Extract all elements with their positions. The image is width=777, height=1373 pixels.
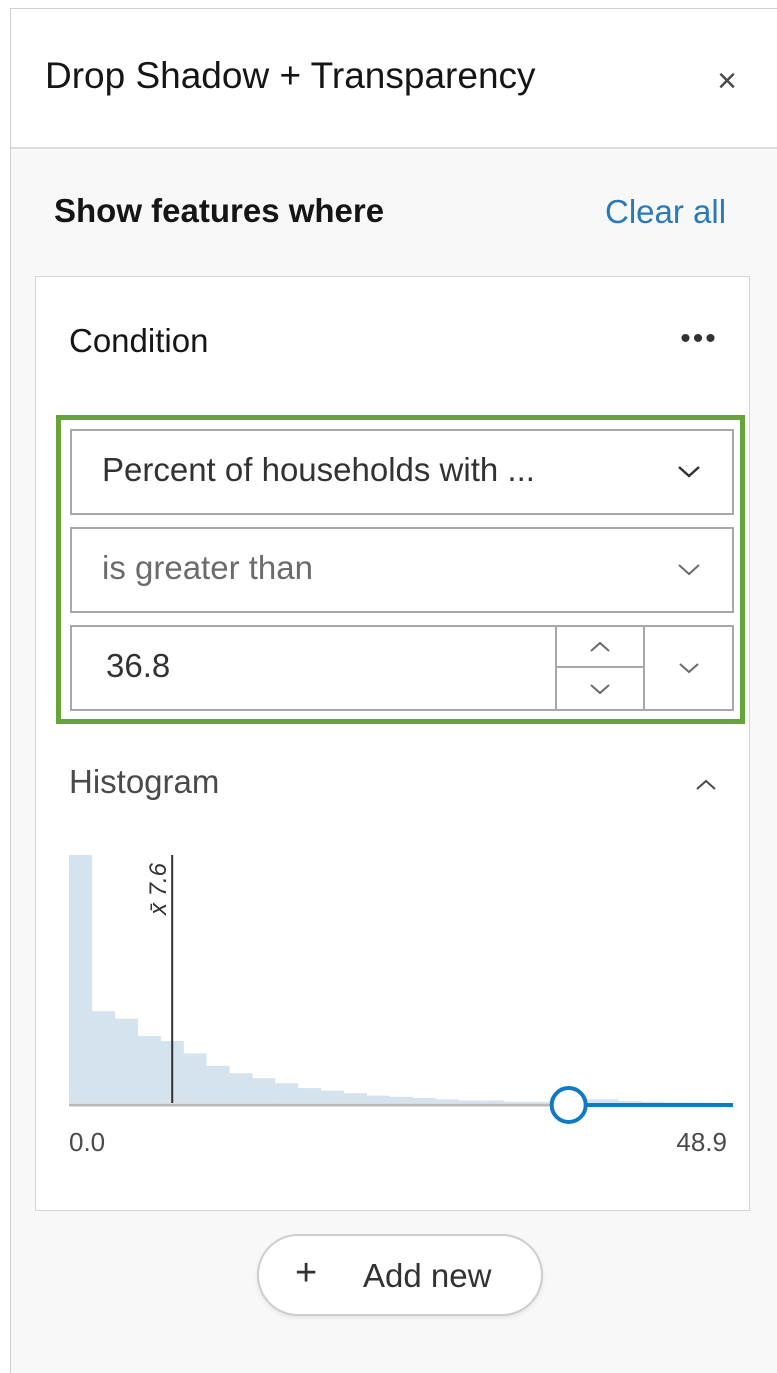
show-features-heading: Show features where — [54, 192, 385, 229]
slider-handle[interactable] — [549, 1086, 588, 1124]
field-select[interactable]: Percent of households with ... — [70, 429, 734, 515]
value-input-text[interactable]: 36.8 — [106, 647, 170, 685]
operator-select-value: is greater than — [102, 549, 313, 586]
histogram-bar — [458, 1100, 482, 1103]
histogram-bar — [206, 1065, 230, 1103]
histogram-bar — [504, 1101, 528, 1103]
panel-title: Drop Shadow + Transparency — [45, 55, 536, 96]
chevron-down-icon[interactable] — [646, 529, 732, 611]
histogram-bar — [229, 1073, 253, 1103]
histogram-bar — [137, 1036, 161, 1103]
histogram-bar — [91, 1011, 116, 1103]
histogram-chart: x̄ 7.6 — [69, 855, 734, 1124]
plus-icon: + — [295, 1252, 318, 1294]
collapse-histogram-button[interactable] — [686, 765, 726, 805]
condition-title: Condition — [69, 322, 209, 359]
value-input[interactable]: 36.8 — [70, 625, 734, 711]
histogram-title: Histogram — [69, 763, 220, 800]
histogram-bar — [595, 1099, 619, 1103]
chevron-down-icon[interactable] — [646, 431, 732, 513]
close-icon[interactable]: × — [707, 61, 747, 101]
clear-all-link[interactable]: Clear all — [605, 193, 726, 231]
operator-select[interactable]: is greater than — [70, 527, 734, 613]
histogram-bar — [366, 1095, 390, 1103]
histogram-bar — [69, 855, 93, 1103]
histogram-bar — [275, 1083, 299, 1103]
histogram-bar — [618, 1101, 642, 1103]
histogram-bar — [641, 1101, 665, 1103]
histogram-bar — [320, 1090, 345, 1103]
histogram-bar — [298, 1088, 322, 1103]
filter-panel: Drop Shadow + Transparency × Show featur… — [10, 8, 777, 1373]
condition-fields-highlight: Percent of households with ... is greate… — [56, 415, 745, 724]
histogram-bar — [526, 1101, 551, 1103]
add-new-label: Add new — [363, 1257, 492, 1294]
chevron-up-icon — [696, 779, 716, 790]
histogram-max-label: 48.9 — [676, 1127, 727, 1157]
histogram-bar — [343, 1093, 367, 1103]
histogram-bar — [664, 1102, 688, 1103]
histogram-min-label: 0.0 — [69, 1127, 106, 1157]
histogram-bar — [114, 1018, 138, 1103]
condition-card: Condition ••• Percent of households with… — [35, 276, 750, 1211]
histogram-bar — [389, 1096, 413, 1103]
histogram-bar — [435, 1099, 459, 1103]
decrement-button[interactable] — [557, 668, 643, 709]
more-options-icon[interactable]: ••• — [674, 319, 724, 359]
histogram-bar — [183, 1053, 207, 1103]
histogram-bar — [412, 1098, 436, 1103]
histogram-bar — [252, 1078, 276, 1103]
increment-button[interactable] — [557, 627, 643, 668]
chevron-down-icon[interactable] — [645, 627, 732, 709]
add-new-button[interactable]: + Add new — [257, 1234, 543, 1316]
histogram-bar — [687, 1102, 711, 1103]
histogram-bar — [481, 1100, 505, 1103]
value-stepper — [555, 627, 645, 709]
mean-label: x̄ 7.6 — [145, 862, 172, 916]
panel-header: Drop Shadow + Transparency × — [11, 9, 777, 149]
field-select-value: Percent of households with ... — [102, 451, 535, 488]
